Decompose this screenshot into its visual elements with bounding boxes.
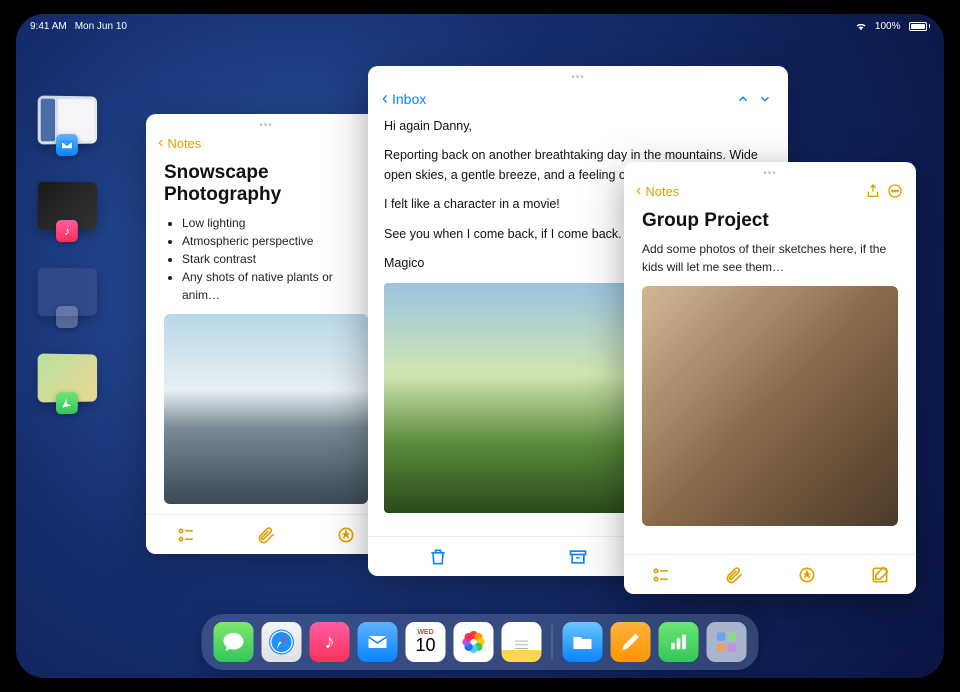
note-body: Low lighting Atmospheric perspective Sta… [146, 214, 386, 304]
back-icon[interactable]: ‹ [636, 182, 641, 200]
dock-photos-icon[interactable] [454, 622, 494, 662]
dock-separator [552, 625, 553, 659]
window-notes-group-project[interactable]: ••• ‹ Notes Group Project Add some photo… [624, 162, 916, 594]
ipad-screen: 9:41 AM Mon Jun 10 100% [16, 14, 944, 678]
stage-thumb-3[interactable] [38, 267, 97, 316]
battery-percent: 100% [875, 21, 901, 32]
list-item: Any shots of native plants or anim… [182, 268, 368, 304]
list-item: Atmospheric perspective [182, 232, 368, 250]
window-handle-icon[interactable]: ••• [259, 120, 273, 131]
stage-thumb-4[interactable] [38, 353, 97, 402]
dock-notes-icon[interactable] [502, 622, 542, 662]
dock-safari-icon[interactable] [262, 622, 302, 662]
note-title: Snowscape Photography [146, 158, 386, 214]
compose-icon[interactable] [869, 564, 891, 586]
back-label[interactable]: Notes [645, 184, 679, 199]
note-image[interactable] [164, 314, 368, 504]
music-icon: ♪ [56, 220, 78, 242]
ipad-frame: 9:41 AM Mon Jun 10 100% [0, 0, 960, 692]
maps-icon [56, 392, 78, 414]
back-icon[interactable]: ‹ [382, 88, 388, 109]
inbox-label[interactable]: Inbox [392, 91, 426, 107]
dock: ♪ WED 10 [202, 614, 759, 670]
stage-thumb-1[interactable] [38, 95, 97, 144]
calendar-day: 10 [415, 636, 435, 654]
stage-thumb-2[interactable]: ♪ [38, 181, 97, 230]
markup-icon[interactable] [796, 564, 818, 586]
dock-music-icon[interactable]: ♪ [310, 622, 350, 662]
wifi-icon [855, 22, 867, 31]
dock-messages-icon[interactable] [214, 622, 254, 662]
dock-calendar-icon[interactable]: WED 10 [406, 622, 446, 662]
checklist-icon[interactable] [175, 524, 197, 546]
note-image[interactable] [642, 286, 898, 526]
back-label[interactable]: Notes [167, 136, 201, 151]
status-date: Mon Jun 10 [75, 21, 127, 32]
window-notes-snowscape[interactable]: ••• ‹ Notes Snowscape Photography Low li… [146, 114, 386, 554]
attachment-icon[interactable] [723, 564, 745, 586]
list-item: Stark contrast [182, 250, 368, 268]
dock-files-icon[interactable] [563, 622, 603, 662]
dock-numbers-icon[interactable] [659, 622, 699, 662]
archive-icon[interactable] [567, 546, 589, 568]
trash-icon[interactable] [427, 546, 449, 568]
share-icon[interactable] [864, 182, 882, 200]
window-handle-icon[interactable]: ••• [763, 168, 777, 179]
list-item: Low lighting [182, 214, 368, 232]
mail-icon [56, 134, 78, 156]
markup-icon[interactable] [335, 524, 357, 546]
status-time: 9:41 AM [30, 21, 67, 32]
window-handle-icon[interactable]: ••• [571, 72, 585, 83]
notes-toolbar [146, 514, 386, 554]
status-bar: 9:41 AM Mon Jun 10 100% [16, 18, 944, 34]
checklist-icon[interactable] [650, 564, 672, 586]
back-icon[interactable]: ‹ [158, 134, 163, 152]
chevron-down-icon[interactable] [756, 92, 774, 106]
battery-icon [909, 22, 931, 31]
app-icon [56, 306, 78, 328]
notes-toolbar [624, 554, 916, 594]
dock-pages-icon[interactable] [611, 622, 651, 662]
more-icon[interactable] [886, 182, 904, 200]
attachment-icon[interactable] [255, 524, 277, 546]
chevron-up-icon[interactable] [734, 92, 752, 106]
note-body: Add some photos of their sketches here, … [624, 240, 916, 276]
mail-greeting: Hi again Danny, [384, 117, 772, 136]
dock-app-library-icon[interactable] [707, 622, 747, 662]
dock-mail-icon[interactable] [358, 622, 398, 662]
note-title: Group Project [624, 206, 916, 240]
stage-manager-strip: ♪ [38, 96, 106, 440]
